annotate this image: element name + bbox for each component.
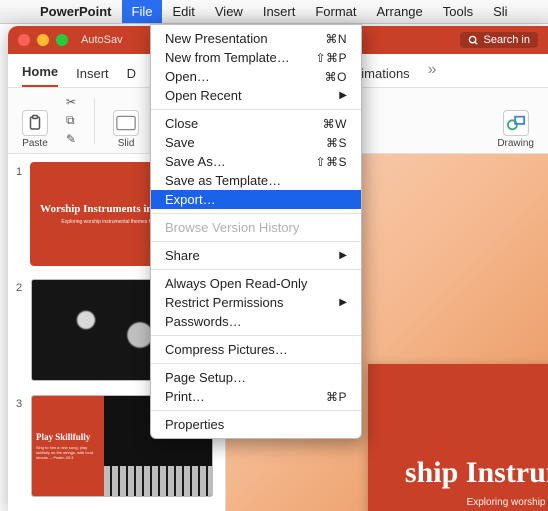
menu-edit[interactable]: Edit: [162, 0, 204, 23]
drawing-group[interactable]: Drawing: [497, 92, 534, 149]
menu-export[interactable]: Export…: [151, 190, 361, 209]
copy-icon[interactable]: ⧉: [66, 113, 76, 128]
file-menu-dropdown: New Presentation⌘N New from Template…⇧⌘P…: [150, 24, 362, 439]
zoom-window-button[interactable]: [56, 34, 68, 46]
slide-subtitle: Exploring worship instrumental themes fr…: [467, 497, 548, 508]
shortcut-label: ⌘N: [325, 32, 347, 46]
menu-separator: [151, 241, 361, 242]
menu-separator: [151, 109, 361, 110]
menu-separator: [151, 335, 361, 336]
menu-properties[interactable]: Properties: [151, 415, 361, 434]
paste-label: Paste: [22, 138, 48, 149]
menu-new-presentation[interactable]: New Presentation⌘N: [151, 29, 361, 48]
menu-print[interactable]: Print…⌘P: [151, 387, 361, 406]
tab-insert[interactable]: Insert: [76, 66, 109, 87]
menu-separator: [151, 363, 361, 364]
tab-animations-cut[interactable]: nimations: [354, 66, 410, 87]
mac-menubar: PowerPoint File Edit View Insert Format …: [0, 0, 548, 24]
menu-passwords[interactable]: Passwords…: [151, 312, 361, 331]
menu-separator: [151, 410, 361, 411]
menu-separator: [151, 269, 361, 270]
submenu-arrow-icon: ▶: [339, 90, 347, 101]
thumb-number: 3: [16, 396, 26, 410]
menu-restrict-permissions[interactable]: Restrict Permissions▶: [151, 293, 361, 312]
autosave-label: AutoSav: [81, 34, 123, 46]
tabs-overflow[interactable]: »: [428, 61, 437, 87]
shapes-icon: [503, 110, 529, 136]
search-field[interactable]: Search in: [460, 32, 537, 48]
menu-open[interactable]: Open…⌘O: [151, 67, 361, 86]
format-painter-icon[interactable]: ✎: [66, 132, 76, 146]
menu-save-as[interactable]: Save As…⇧⌘S: [151, 152, 361, 171]
menu-view[interactable]: View: [205, 0, 253, 23]
new-slide-label: Slid: [118, 138, 135, 149]
minimize-window-button[interactable]: [37, 34, 49, 46]
menu-format[interactable]: Format: [305, 0, 366, 23]
menu-page-setup[interactable]: Page Setup…: [151, 368, 361, 387]
menu-insert[interactable]: Insert: [253, 0, 306, 23]
menu-open-recent[interactable]: Open Recent▶: [151, 86, 361, 105]
thumb3-sub: Sing to him a new song; play skillfully …: [36, 445, 100, 460]
menu-compress-pictures[interactable]: Compress Pictures…: [151, 340, 361, 359]
menu-arrange[interactable]: Arrange: [367, 0, 433, 23]
new-slide-icon: [113, 110, 139, 136]
slide-canvas[interactable]: ship Instrument Scriptures Exploring wor…: [368, 364, 548, 511]
menu-file[interactable]: File: [122, 0, 163, 23]
submenu-arrow-icon: ▶: [339, 250, 347, 261]
slide-title: ship Instrument Scriptures: [405, 456, 548, 489]
shortcut-label: ⇧⌘S: [315, 155, 347, 169]
shortcut-label: ⌘S: [326, 136, 347, 150]
menu-close[interactable]: Close⌘W: [151, 114, 361, 133]
search-placeholder: Search in: [483, 34, 529, 46]
paste-group[interactable]: Paste: [22, 92, 48, 149]
clipboard-mini: ✂ ⧉ ✎: [66, 95, 76, 146]
menu-save[interactable]: Save⌘S: [151, 133, 361, 152]
menu-browse-version-history[interactable]: Browse Version History: [151, 218, 361, 237]
tab-draw-cut[interactable]: D: [127, 66, 136, 87]
menu-tools[interactable]: Tools: [433, 0, 483, 23]
menu-save-as-template[interactable]: Save as Template…: [151, 171, 361, 190]
thumb-number: 1: [16, 164, 26, 178]
thumb3-title: Play Skillfully: [36, 432, 100, 442]
submenu-arrow-icon: ▶: [339, 297, 347, 308]
close-window-button[interactable]: [18, 34, 30, 46]
shortcut-label: ⌘O: [325, 70, 347, 84]
cut-icon[interactable]: ✂: [66, 95, 76, 109]
menu-always-open-read-only[interactable]: Always Open Read-Only: [151, 274, 361, 293]
menu-slideshow-cut[interactable]: Sli: [483, 0, 517, 23]
shortcut-label: ⌘W: [323, 117, 347, 131]
shortcut-label: ⇧⌘P: [315, 51, 347, 65]
menu-share[interactable]: Share▶: [151, 246, 361, 265]
tab-home[interactable]: Home: [22, 64, 58, 87]
drawing-label: Drawing: [497, 138, 534, 149]
app-name[interactable]: PowerPoint: [30, 4, 122, 19]
shortcut-label: ⌘P: [326, 390, 347, 404]
search-icon: [468, 35, 479, 46]
new-slide-group[interactable]: Slid: [113, 92, 139, 149]
menu-separator: [151, 213, 361, 214]
menu-new-from-template[interactable]: New from Template…⇧⌘P: [151, 48, 361, 67]
clipboard-icon: [22, 110, 48, 136]
thumb-number: 2: [16, 280, 26, 294]
ribbon-separator: [94, 98, 95, 144]
